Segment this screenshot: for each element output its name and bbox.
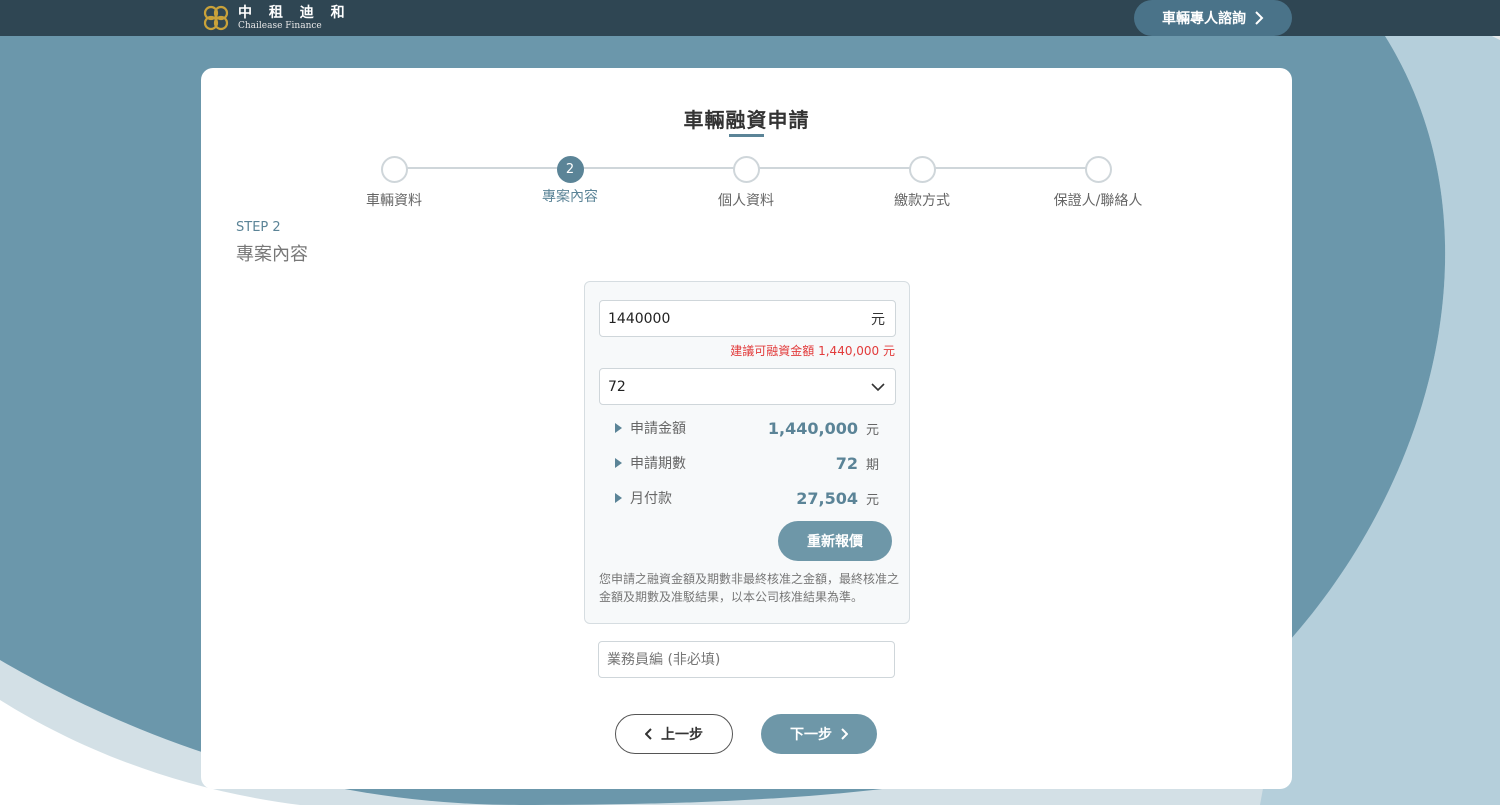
loan-form-panel: 元 建議可融資金額 1,440,000 元 72 申請金額 1,440,000 … — [584, 281, 910, 624]
logo-text: 中 租 迪 和 Chailease Finance — [238, 6, 351, 31]
summary-value: 27,504 — [796, 488, 858, 508]
section-heading: 專案內容 — [236, 244, 308, 265]
next-step-label: 下一步 — [790, 727, 832, 743]
summary-row-amount: 申請金額 1,440,000 元 — [615, 418, 880, 438]
step-circle-active: 2 — [556, 156, 584, 183]
step-vehicle-info: 車輛資料 — [324, 156, 464, 210]
summary-row-monthly: 月付款 27,504 元 — [615, 488, 880, 508]
prev-step-button[interactable]: 上一步 — [615, 714, 733, 754]
step-label: 繳款方式 — [894, 193, 950, 209]
summary-value: 1,440,000 — [767, 418, 858, 438]
step-guarantor-contact: 保證人/聯絡人 — [1028, 156, 1168, 210]
chevron-right-icon — [1255, 11, 1264, 25]
step-payment-method: 繳款方式 — [852, 156, 992, 210]
logo-chinese: 中 租 迪 和 — [238, 4, 351, 21]
chevron-down-icon — [871, 382, 885, 391]
amount-unit: 元 — [871, 311, 885, 328]
suggested-amount-text: 建議可融資金額 1,440,000 元 — [730, 344, 895, 358]
step-tag: STEP 2 — [236, 220, 281, 235]
triangle-right-icon — [615, 423, 622, 433]
logo-english: Chailease Finance — [238, 20, 322, 31]
vehicle-consult-button[interactable]: 車輛專人諮詢 — [1134, 0, 1292, 36]
summary-unit: 元 — [866, 492, 880, 508]
summary-unit: 元 — [866, 422, 880, 438]
step-label: 個人資料 — [718, 193, 774, 209]
chevron-right-icon — [841, 728, 848, 740]
summary-label: 申請期數 — [630, 456, 686, 472]
step-label: 車輛資料 — [366, 193, 422, 209]
triangle-right-icon — [615, 458, 622, 468]
top-navbar: 中 租 迪 和 Chailease Finance 車輛專人諮詢 — [0, 0, 1500, 36]
step-label: 專案內容 — [542, 189, 598, 205]
logo[interactable]: 中 租 迪 和 Chailease Finance — [200, 2, 351, 34]
step-label: 保證人/聯絡人 — [1053, 193, 1143, 209]
step-project-content: 2 專案內容 — [500, 156, 640, 206]
requote-button[interactable]: 重新報價 — [778, 521, 892, 561]
application-card: 車輛融資申請 車輛資料 2 專案內容 個人資料 繳款方式 保證人/聯絡人 STE… — [201, 68, 1292, 789]
step-circle — [908, 156, 936, 183]
loan-amount-field[interactable]: 元 — [599, 300, 896, 337]
page-title: 車輛融資申請 — [683, 108, 810, 132]
step-circle — [380, 156, 408, 183]
chailease-logo-icon — [203, 5, 229, 31]
title-underline — [729, 134, 764, 137]
chevron-left-icon — [645, 728, 652, 740]
salesman-id-field[interactable] — [598, 641, 895, 678]
prev-step-label: 上一步 — [661, 727, 703, 743]
loan-amount-input[interactable] — [608, 310, 828, 327]
term-select[interactable]: 72 — [599, 368, 896, 405]
summary-row-term: 申請期數 72 期 — [615, 453, 880, 473]
step-circle — [732, 156, 760, 183]
summary-unit: 期 — [866, 457, 880, 473]
summary-label: 申請金額 — [630, 421, 686, 437]
step-circle — [1084, 156, 1112, 183]
triangle-right-icon — [615, 493, 622, 503]
summary-label: 月付款 — [630, 491, 672, 507]
next-step-button[interactable]: 下一步 — [761, 714, 877, 754]
salesman-id-input[interactable] — [607, 642, 886, 677]
summary-value: 72 — [835, 453, 858, 473]
step-personal-info: 個人資料 — [676, 156, 816, 210]
term-selected-value: 72 — [608, 378, 626, 395]
disclaimer-text: 您申請之融資金額及期數非最終核准之金額，最終核准之金額及期數及准駁結果，以本公司… — [599, 572, 900, 604]
consult-button-label: 車輛專人諮詢 — [1162, 11, 1246, 27]
